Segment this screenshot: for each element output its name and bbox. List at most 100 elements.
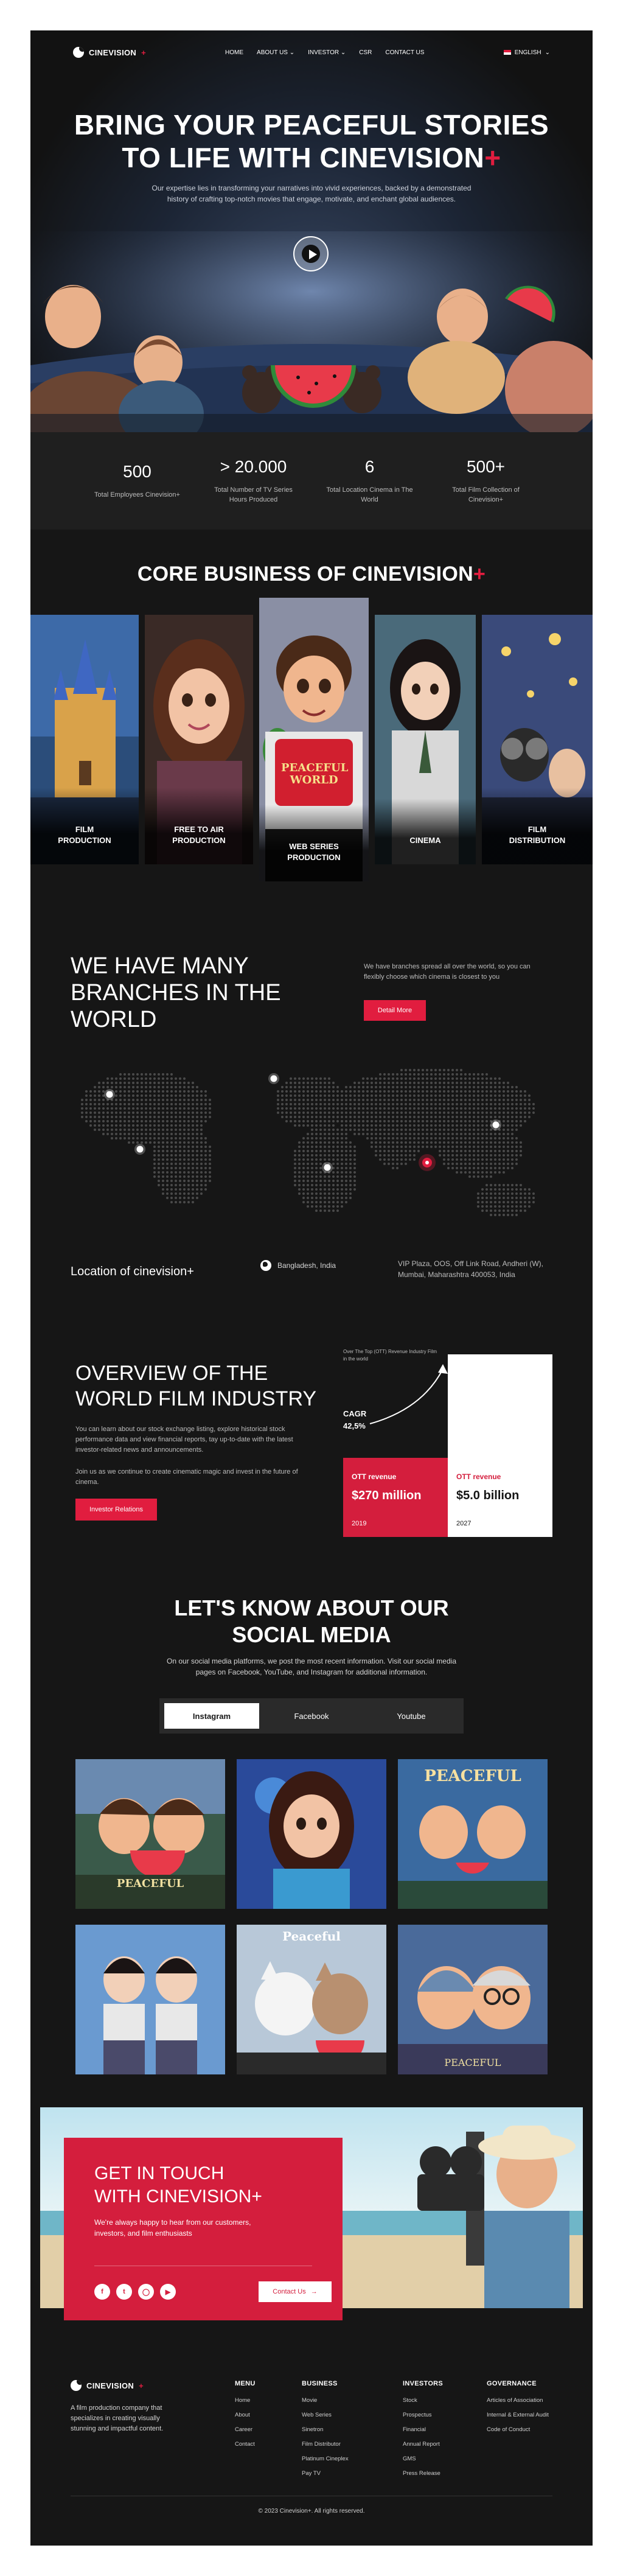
twitter-icon[interactable]: t [116, 2284, 132, 2300]
gallery-post[interactable]: Peaceful [237, 1925, 386, 2074]
poster-text: PEACEFUL [117, 1877, 184, 1890]
gallery-post[interactable] [75, 1925, 225, 2074]
core-title-text: CORE BUSINESS OF CINEVISION [137, 562, 474, 586]
branches-description: We have branches spread all over the wor… [364, 963, 531, 981]
map-pin-active[interactable] [419, 1154, 436, 1171]
footer-col-governance: GOVERNANCE Articles of Association Inter… [487, 2380, 549, 2441]
nav-about-us[interactable]: ABOUT US ⌄ [257, 49, 294, 56]
brand-logo[interactable]: CINEVISION + [73, 47, 146, 58]
card-caption-line2: DISTRIBUTION [509, 836, 566, 845]
contact-text: We're always happy to hear from our cust… [94, 2218, 251, 2238]
contact-card: GET IN TOUCH WITH CINEVISION+ We're alway… [64, 2138, 343, 2320]
chart-bar-series-label: OTT revenue [352, 1472, 397, 1481]
map-pin[interactable] [322, 1162, 333, 1173]
card-cinema[interactable]: CINEMA [375, 615, 476, 864]
detail-more-button[interactable]: Detail More [364, 1000, 426, 1021]
card-caption-line2: PRODUCTION [172, 836, 226, 845]
gallery-post[interactable]: PEACEFUL [398, 1759, 548, 1909]
footer-link[interactable]: Sinetron [302, 2426, 349, 2434]
gallery-post[interactable] [237, 1759, 386, 1909]
footer-link[interactable]: Internal & External Audit [487, 2412, 549, 2419]
footer-col-menu: MENU Home About Career Contact [235, 2380, 256, 2455]
gallery-post[interactable]: PEACEFUL [398, 1925, 548, 2074]
stat-item: > 20.000 Total Number of TV Series Hours … [195, 457, 312, 505]
tab-facebook[interactable]: Facebook [264, 1703, 359, 1729]
nav-csr[interactable]: CSR [359, 49, 372, 56]
stats-section: 500 Total Employees Cinevision+ > 20.000 T… [30, 432, 593, 530]
footer-link[interactable]: About [235, 2412, 256, 2419]
core-business-cards: FILM PRODUCTION FREE TO AIR PRODUCTION P… [30, 598, 593, 881]
nav-contact-us[interactable]: CONTACT US [385, 49, 424, 56]
language-selector[interactable]: ENGLISH ⌄ [503, 49, 550, 56]
hero-title-line2: TO LIFE WITH CINEVISION [122, 142, 485, 173]
footer-link[interactable]: Stock [403, 2397, 443, 2404]
map-pin[interactable] [104, 1089, 115, 1100]
contact-title: GET IN TOUCH WITH CINEVISION+ [94, 2162, 312, 2208]
instagram-icon[interactable]: ◯ [138, 2284, 154, 2300]
footer-link[interactable]: Movie [302, 2397, 349, 2404]
language-label: ENGLISH [514, 49, 541, 56]
map-pin[interactable] [268, 1073, 279, 1084]
site-frame: BRING YOUR PEACEFUL STORIES TO LIFE WITH… [30, 30, 593, 2546]
footer-col-title: BUSINESS [302, 2380, 338, 2387]
footer-link[interactable]: Press Release [403, 2470, 443, 2477]
poster-text: PEACEFUL [444, 2057, 501, 2068]
footer-link[interactable]: Prospectus [403, 2412, 443, 2419]
card-caption-line1: WEB SERIES [289, 842, 339, 851]
nav-investor[interactable]: INVESTOR ⌄ [308, 49, 346, 56]
footer-link[interactable]: GMS [403, 2455, 443, 2463]
footer-link[interactable]: Code of Conduct [487, 2426, 549, 2434]
chart-cagr-label: CAGR [343, 1409, 367, 1418]
tab-youtube[interactable]: Youtube [364, 1703, 459, 1729]
stat-item: 6 Total Location Cinema in The World [312, 457, 428, 505]
arrow-right-icon: → [310, 2288, 318, 2295]
card-film-production[interactable]: FILM PRODUCTION [30, 615, 139, 864]
gallery-post[interactable]: PEACEFUL [75, 1759, 225, 1909]
globe-icon [260, 1260, 271, 1271]
page: BRING YOUR PEACEFUL STORIES TO LIFE WITH… [0, 0, 623, 2576]
card-film-distribution[interactable]: FILM DISTRIBUTION [482, 615, 593, 864]
nav-home[interactable]: HOME [225, 49, 243, 56]
footer-logo[interactable]: CINEVISION + [71, 2380, 144, 2391]
card-web-series-production[interactable]: PEACEFUL WORLD WEB SERIES PRODUCTION [259, 598, 369, 881]
youtube-icon[interactable]: ▶ [160, 2284, 176, 2300]
chevron-down-icon: ⌄ [545, 49, 550, 56]
location-title: Location of cinevision+ [71, 1265, 194, 1278]
footer-link[interactable]: Pay TV [302, 2470, 349, 2477]
card-free-to-air-production[interactable]: FREE TO AIR PRODUCTION [145, 615, 253, 864]
footer-link[interactable]: Financial [403, 2426, 443, 2434]
contact-us-button[interactable]: Contact Us → [259, 2281, 332, 2302]
play-video-button[interactable] [293, 236, 329, 271]
hero-title-line1: BRING YOUR PEACEFUL STORIES [74, 109, 549, 141]
copyright: © 2023 Cinevision+. All rights reserved. [258, 2508, 365, 2515]
post-image: Peaceful [237, 1925, 386, 2074]
post-image: PEACEFUL [398, 1925, 548, 2074]
facebook-icon[interactable]: f [94, 2284, 110, 2300]
footer-link[interactable]: Annual Report [403, 2441, 443, 2448]
stat-label: Total Employees Cinevision+ [94, 491, 180, 499]
footer-link[interactable]: Contact [235, 2441, 256, 2448]
investor-relations-button[interactable]: Investor Relations [75, 1499, 157, 1521]
card-caption: FILM DISTRIBUTION [482, 788, 593, 864]
flag-icon [503, 50, 511, 55]
footer-brand-plus: + [139, 2381, 144, 2390]
footer-link[interactable]: Articles of Association [487, 2397, 549, 2404]
chart-cagr-value: 42,5% [343, 1421, 366, 1430]
tab-instagram[interactable]: Instagram [164, 1703, 259, 1729]
footer-link[interactable]: Career [235, 2426, 256, 2434]
footer-brand-name: CINEVISION [86, 2381, 134, 2390]
footer-link[interactable]: Web Series [302, 2412, 349, 2419]
footer-link[interactable]: Film Distributor [302, 2441, 349, 2448]
stat-value: 500+ [466, 457, 506, 476]
poster-title-line1: PEACEFUL [281, 761, 349, 774]
footer-link[interactable]: Home [235, 2397, 256, 2404]
post-image [75, 1925, 225, 2074]
chevron-down-icon: ⌄ [340, 49, 346, 56]
contact-us-label: Contact Us [273, 2288, 306, 2295]
map-pin[interactable] [490, 1119, 501, 1130]
brand-name: CINEVISION [89, 47, 137, 57]
chart-growth-arrow [369, 1364, 448, 1424]
footer-link[interactable]: Platinum Cineplex [302, 2455, 349, 2463]
map-pin[interactable] [134, 1144, 145, 1155]
post-image: PEACEFUL [75, 1759, 225, 1909]
